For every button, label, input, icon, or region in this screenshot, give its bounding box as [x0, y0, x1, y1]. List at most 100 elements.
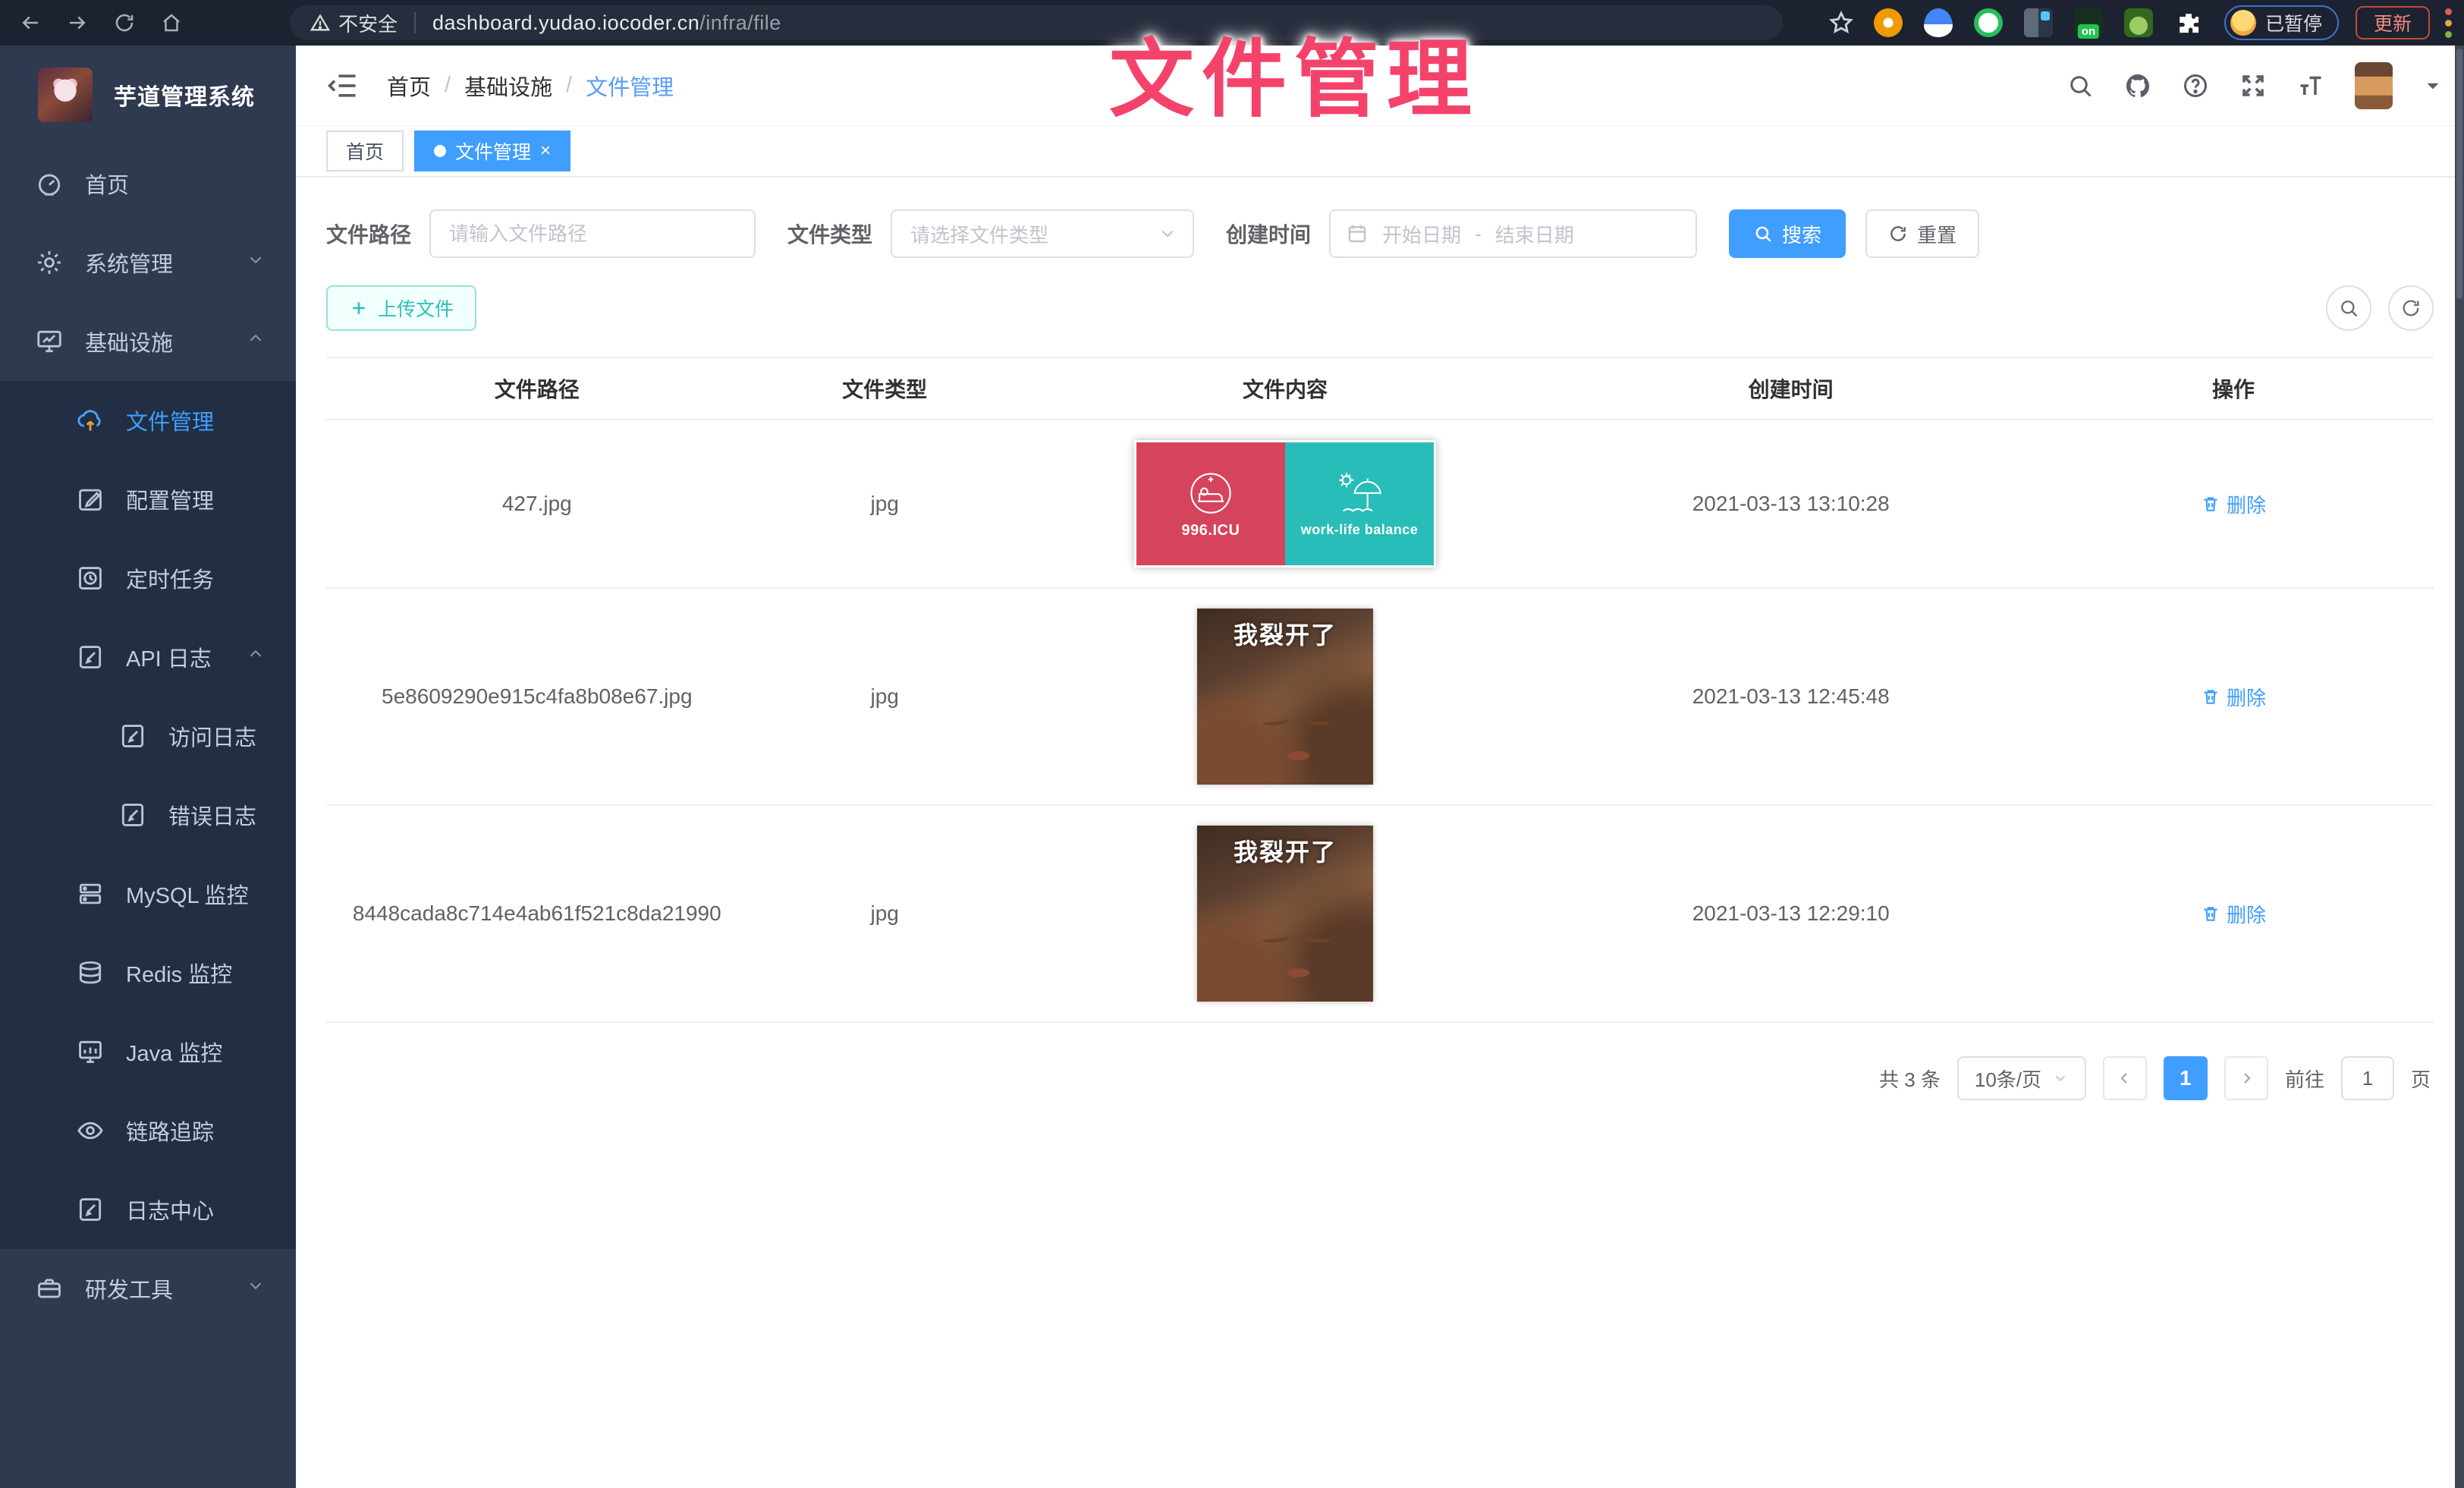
delete-button[interactable]: 删除	[2201, 490, 2266, 518]
toggle-search-button[interactable]	[2326, 285, 2371, 331]
sidebar-item-14[interactable]: 研发工具	[0, 1249, 296, 1328]
reset-button[interactable]: 重置	[1865, 209, 1979, 258]
cell-file-type: jpg	[748, 665, 1022, 728]
browser-forward-icon[interactable]	[61, 6, 94, 39]
upload-file-button[interactable]: 上传文件	[326, 285, 476, 331]
extension-icon[interactable]	[1874, 8, 1903, 37]
scrollbar[interactable]	[2455, 46, 2464, 1488]
search-button[interactable]: 搜索	[1729, 209, 1846, 258]
browser-home-icon[interactable]	[155, 6, 188, 39]
cell-actions: 删除	[2033, 470, 2434, 538]
sidebar-item-10[interactable]: Redis 监控	[0, 933, 296, 1012]
chevron-right-icon	[2237, 1069, 2255, 1087]
file-path-input[interactable]	[449, 222, 736, 246]
sidebar-item-1[interactable]: 系统管理	[0, 223, 296, 302]
breadcrumb: 首页 / 基础设施 / 文件管理	[387, 70, 674, 102]
breadcrumb-home[interactable]: 首页	[387, 70, 431, 102]
sidebar-item-4[interactable]: 配置管理	[0, 460, 296, 539]
extensions-puzzle-icon[interactable]	[2174, 8, 2203, 37]
menu-item-label: Redis 监控	[126, 957, 232, 989]
address-divider	[414, 12, 416, 33]
file-type-select[interactable]: 请选择文件类型	[891, 209, 1194, 258]
search-icon[interactable]	[2066, 72, 2094, 99]
sidebar-item-5[interactable]: 定时任务	[0, 539, 296, 618]
meme-eye	[1303, 716, 1331, 726]
menu-item-icon	[76, 564, 105, 593]
file-preview-996icu[interactable]: 996.ICU work-life balance	[1134, 440, 1436, 568]
sidebar-item-6[interactable]: API 日志	[0, 618, 296, 697]
sidebar-logo[interactable]: 芋道管理系统	[0, 46, 296, 144]
sidebar-item-8[interactable]: 错误日志	[0, 775, 296, 854]
file-preview-meme[interactable]: 我裂开了	[1197, 826, 1373, 1002]
help-icon[interactable]	[2182, 72, 2209, 99]
sidebar-item-11[interactable]: Java 监控	[0, 1012, 296, 1091]
close-icon[interactable]: ×	[540, 142, 551, 160]
address-bar[interactable]: 不安全 dashboard.yudao.iocoder.cn/infra/fil…	[290, 5, 1783, 40]
user-avatar[interactable]	[2355, 62, 2393, 109]
trash-icon	[2201, 687, 2220, 706]
cell-actions: 删除	[2033, 880, 2434, 948]
goto-page-input[interactable]	[2341, 1056, 2394, 1100]
github-icon[interactable]	[2124, 72, 2151, 99]
breadcrumb-infra[interactable]: 基础设施	[464, 70, 552, 102]
table-row: 5e8609290e915c4fa8b08e67.jpg jpg 我裂开了 20…	[326, 589, 2434, 806]
browser-reload-icon[interactable]	[108, 6, 141, 39]
browser-back-icon[interactable]	[14, 6, 47, 39]
banner-right: work-life balance	[1285, 442, 1434, 565]
delete-button[interactable]: 删除	[2201, 900, 2266, 928]
browser-update-button[interactable]: 更新	[2356, 6, 2430, 39]
annotation-overlay-text: 文件管理	[1109, 11, 1479, 134]
url-text[interactable]: dashboard.yudao.iocoder.cn/infra/file	[432, 11, 781, 35]
menu-item-label: 首页	[85, 168, 129, 200]
menu-item-label: 文件管理	[126, 404, 214, 436]
fullscreen-icon[interactable]	[2239, 72, 2267, 99]
cell-file-content: 我裂开了	[1022, 589, 1549, 804]
not-secure-warning[interactable]: 不安全	[310, 9, 398, 37]
sidebar-item-0[interactable]: 首页	[0, 144, 296, 223]
menu-item-label: 配置管理	[126, 483, 214, 515]
extension-icon[interactable]	[2024, 8, 2053, 37]
extension-icon[interactable]	[2124, 8, 2153, 37]
extension-on-icon[interactable]	[2074, 8, 2103, 37]
collapse-menu-icon[interactable]	[326, 69, 360, 102]
delete-button[interactable]: 删除	[2201, 683, 2266, 711]
chevron-icon	[246, 329, 266, 354]
bookmark-star-icon[interactable]	[1828, 10, 1854, 36]
sidebar-item-2[interactable]: 基础设施	[0, 302, 296, 381]
page-1-button[interactable]: 1	[2164, 1056, 2208, 1100]
file-path-field[interactable]	[429, 209, 756, 258]
sidebar-item-7[interactable]: 访问日志	[0, 697, 296, 775]
tag-file-management[interactable]: 文件管理 ×	[414, 131, 570, 171]
menu-item-icon	[118, 722, 147, 750]
menu-item-icon	[35, 248, 64, 277]
browser-menu-icon[interactable]	[2445, 8, 2452, 38]
browser-profile-chip[interactable]: 已暂停	[2224, 5, 2339, 40]
extension-icon[interactable]	[1924, 8, 1953, 37]
plus-icon	[349, 298, 369, 318]
refresh-table-button[interactable]	[2388, 285, 2434, 331]
sidebar-item-3[interactable]: 文件管理	[0, 381, 296, 460]
tag-home[interactable]: 首页	[326, 131, 404, 171]
caret-down-icon[interactable]	[2423, 76, 2443, 96]
col-file-path: 文件路径	[326, 358, 748, 419]
date-range-picker[interactable]: 开始日期 - 结束日期	[1329, 209, 1697, 258]
type-label: 文件类型	[787, 219, 872, 249]
navbar-actions	[2066, 62, 2443, 109]
menu-item-icon	[76, 1195, 105, 1224]
prev-page-button[interactable]	[2103, 1056, 2147, 1100]
sidebar-item-12[interactable]: 链路追踪	[0, 1091, 296, 1170]
scrollbar-thumb[interactable]	[2456, 49, 2462, 299]
table-toolbar: 上传文件	[326, 285, 2434, 331]
next-page-button[interactable]	[2224, 1056, 2268, 1100]
sidebar-item-9[interactable]: MySQL 监控	[0, 854, 296, 933]
menu-item-icon	[35, 169, 64, 198]
table-row: 427.jpg jpg 996.ICU work-life balance 20…	[326, 420, 2434, 589]
file-preview-meme[interactable]: 我裂开了	[1197, 609, 1373, 785]
sidebar-item-13[interactable]: 日志中心	[0, 1170, 296, 1249]
page-size-select[interactable]: 10条/页	[1957, 1056, 2086, 1100]
chevron-down-icon	[2052, 1070, 2069, 1087]
font-size-icon[interactable]	[2297, 72, 2324, 99]
tags-view: 首页 文件管理 ×	[296, 126, 2464, 178]
trash-icon	[2201, 904, 2220, 923]
extension-icon[interactable]	[1974, 8, 2003, 37]
